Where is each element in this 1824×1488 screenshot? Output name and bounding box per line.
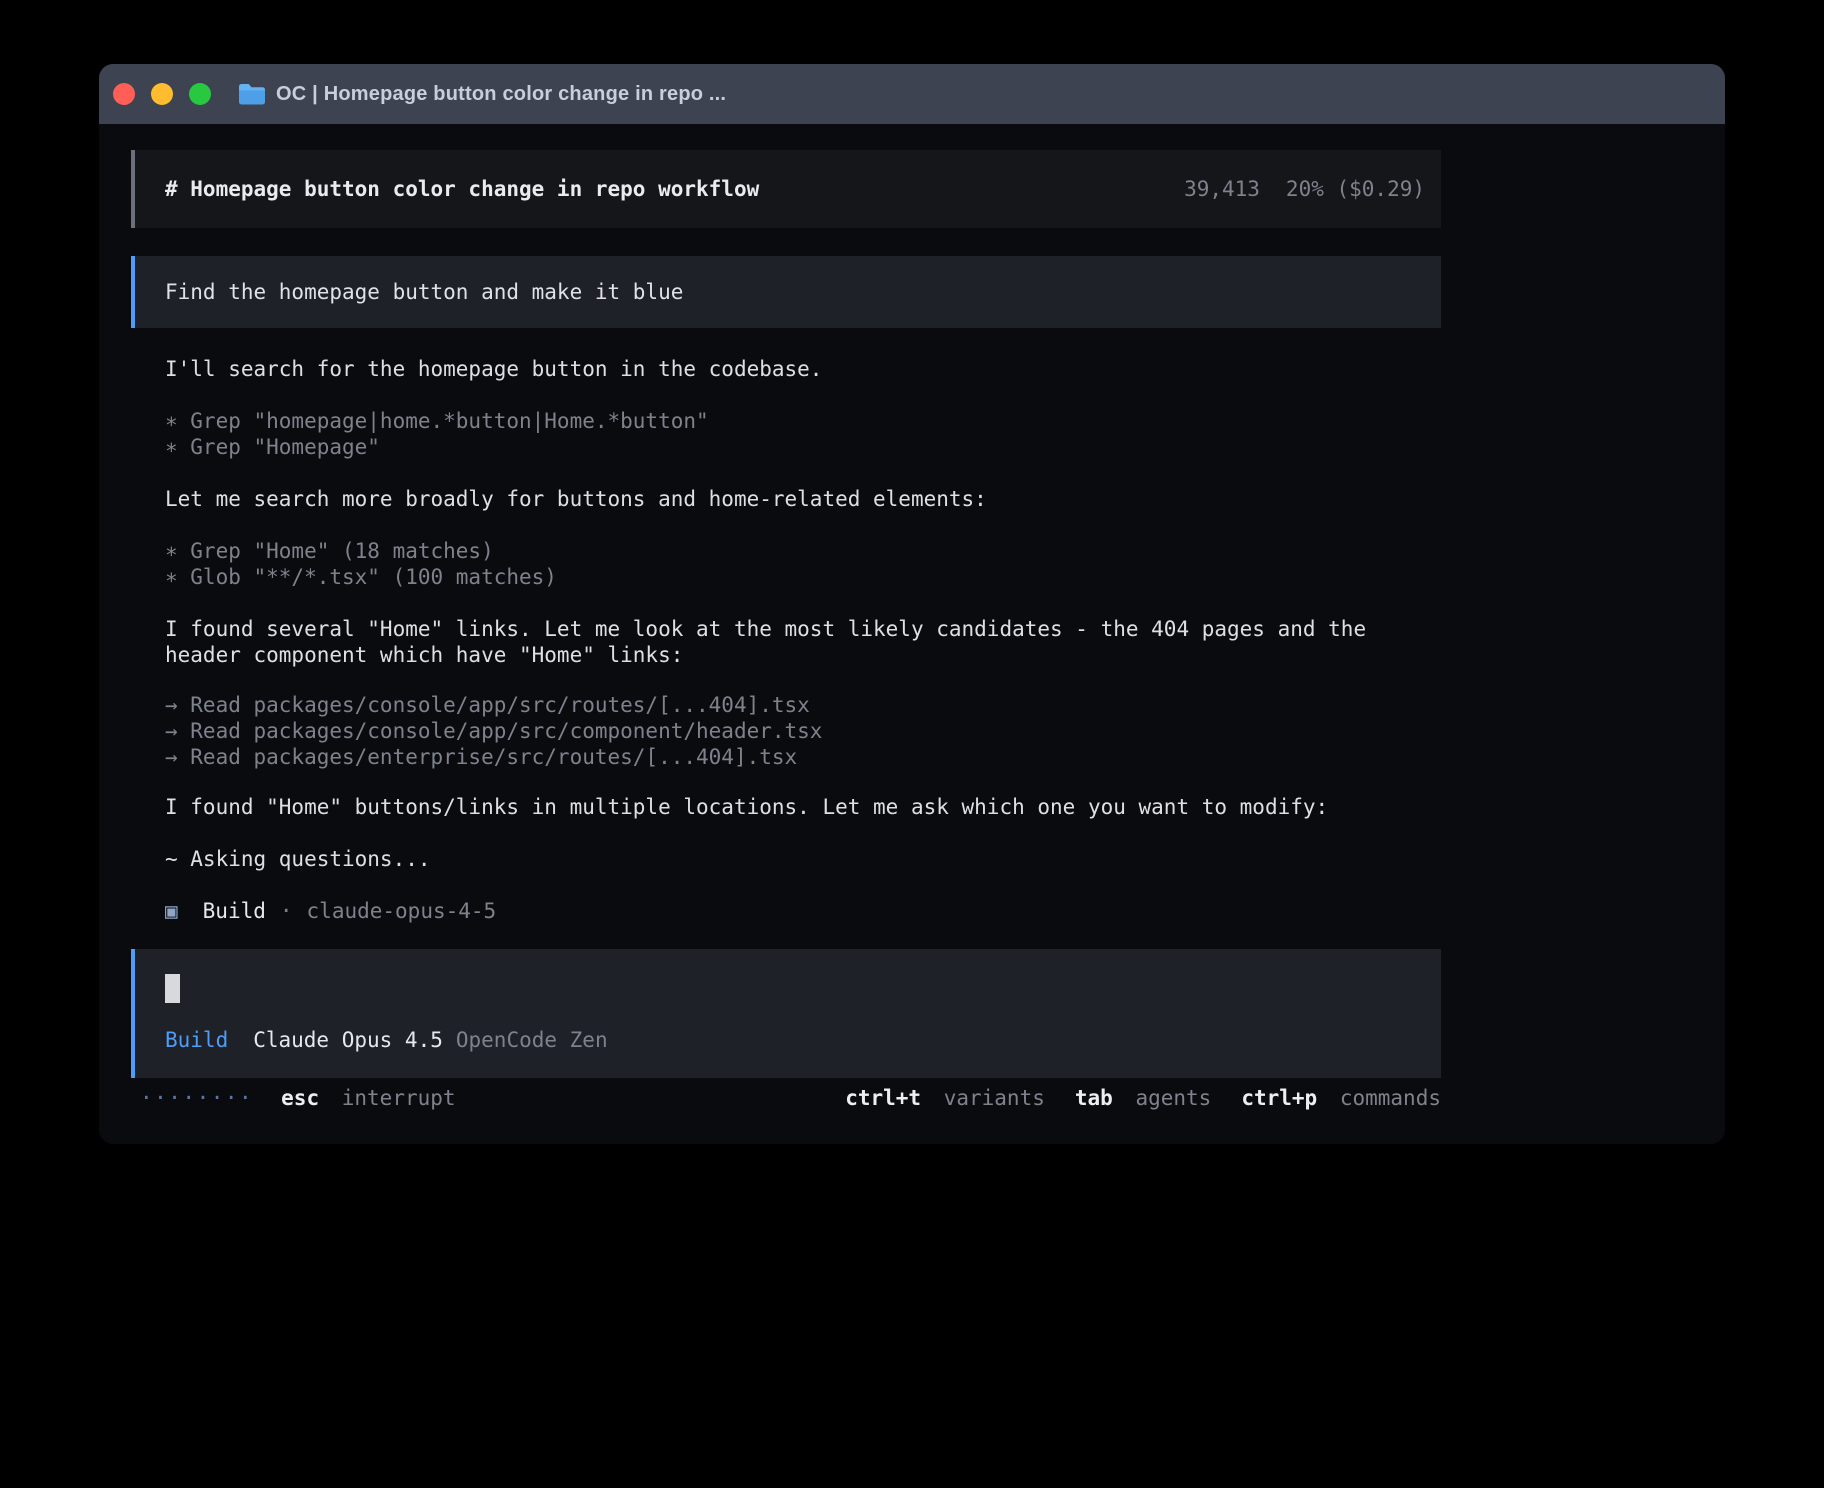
session-header: # Homepage button color change in repo w…	[131, 150, 1441, 228]
esc-label: interrupt	[342, 1086, 456, 1110]
agent-model: claude-opus-4-5	[307, 898, 497, 924]
spinner-dots: ········	[140, 1085, 253, 1111]
model-name: Claude Opus 4.5	[253, 1027, 443, 1053]
tui-root: # Homepage button color change in repo w…	[131, 150, 1441, 1112]
tool-call-group: → Read packages/console/app/src/routes/[…	[165, 692, 1441, 770]
traffic-lights	[113, 83, 211, 105]
variants-label: variants	[944, 1086, 1045, 1110]
hint-variants: ctrl+t variants	[845, 1085, 1045, 1111]
status-bar: ········ esc interrupt ctrl+t variants t…	[131, 1084, 1441, 1112]
prompt-input[interactable]: Build Claude Opus 4.5 OpenCode Zen	[131, 949, 1441, 1078]
assistant-text: I found "Home" buttons/links in multiple…	[165, 794, 1441, 820]
tool-call-group: ∗ Grep "Home" (18 matches) ∗ Glob "**/*.…	[165, 538, 1441, 590]
user-message-text: Find the homepage button and make it blu…	[165, 279, 683, 305]
window-titlebar[interactable]: OC | Homepage button color change in rep…	[99, 64, 1725, 124]
tool-call-grep: ∗ Grep "homepage|home.*button|Home.*butt…	[165, 408, 1441, 434]
agents-label: agents	[1135, 1086, 1211, 1110]
hint-commands: ctrl+p commands	[1241, 1085, 1441, 1111]
statusbar-right: ctrl+t variants tab agents ctrl+p comman…	[845, 1085, 1441, 1111]
session-stats: 39,413 20% ($0.29)	[1184, 176, 1425, 202]
tool-call-read: → Read packages/enterprise/src/routes/[.…	[165, 744, 1441, 770]
hint-agents: tab agents	[1075, 1085, 1211, 1111]
hint-interrupt: esc interrupt	[281, 1085, 455, 1111]
context-percent-cost: 20% ($0.29)	[1286, 176, 1425, 202]
token-count: 39,413	[1184, 176, 1260, 202]
tool-call-group: ∗ Grep "homepage|home.*button|Home.*butt…	[165, 408, 1441, 460]
text-cursor	[165, 974, 180, 1003]
agent-separator: ·	[280, 898, 293, 924]
user-message: Find the homepage button and make it blu…	[131, 256, 1441, 328]
tool-call-grep: ∗ Grep "Homepage"	[165, 434, 1441, 460]
folder-icon	[238, 83, 266, 105]
mode-badge[interactable]: Build	[165, 1027, 228, 1053]
tool-call-grep: ∗ Grep "Home" (18 matches)	[165, 538, 1441, 564]
tool-call-read: → Read packages/console/app/src/routes/[…	[165, 692, 1441, 718]
terminal-window: OC | Homepage button color change in rep…	[99, 64, 1725, 1144]
assistant-text: I found several "Home" links. Let me loo…	[165, 616, 1441, 668]
tool-call-read: → Read packages/console/app/src/componen…	[165, 718, 1441, 744]
provider-name: OpenCode Zen	[456, 1027, 608, 1053]
ctrl-p-key: ctrl+p	[1241, 1086, 1317, 1110]
tab-key: tab	[1075, 1086, 1113, 1110]
asking-questions-status: ~ Asking questions...	[165, 846, 1441, 872]
commands-label: commands	[1340, 1086, 1441, 1110]
ctrl-t-key: ctrl+t	[845, 1086, 921, 1110]
agent-indicator-row: ▣ Build · claude-opus-4-5	[165, 898, 1441, 924]
session-title: # Homepage button color change in repo w…	[165, 176, 1184, 202]
agent-square-icon: ▣	[165, 898, 178, 924]
tool-call-glob: ∗ Glob "**/*.tsx" (100 matches)	[165, 564, 1441, 590]
titlebar-title-group: OC | Homepage button color change in rep…	[238, 83, 726, 106]
close-window-button[interactable]	[113, 83, 135, 105]
assistant-transcript: I'll search for the homepage button in t…	[131, 356, 1441, 924]
assistant-text: Let me search more broadly for buttons a…	[165, 486, 1441, 512]
minimize-window-button[interactable]	[151, 83, 173, 105]
statusbar-left: ········ esc interrupt	[131, 1085, 456, 1111]
terminal-content: # Homepage button color change in repo w…	[99, 124, 1725, 1112]
agent-name: Build	[203, 898, 266, 924]
input-footer: Build Claude Opus 4.5 OpenCode Zen	[165, 1027, 1411, 1053]
esc-key: esc	[281, 1086, 319, 1110]
window-title: OC | Homepage button color change in rep…	[276, 83, 726, 106]
assistant-text: I'll search for the homepage button in t…	[165, 356, 1441, 382]
zoom-window-button[interactable]	[189, 83, 211, 105]
